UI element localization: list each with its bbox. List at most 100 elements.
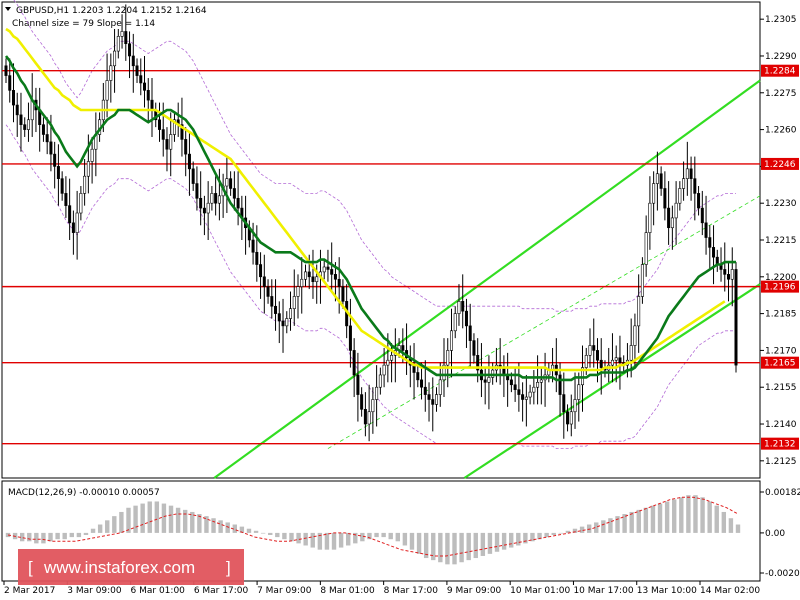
candle-body bbox=[663, 188, 667, 209]
candle-body bbox=[708, 237, 712, 248]
level-label: 1.2165 bbox=[764, 359, 796, 369]
macd-histogram-bar bbox=[260, 532, 266, 534]
candle-body bbox=[420, 379, 424, 388]
macd-histogram-bar bbox=[629, 511, 634, 533]
macd-histogram-bar bbox=[494, 532, 500, 552]
candle-body bbox=[210, 193, 214, 204]
candle-body bbox=[532, 386, 536, 393]
macd-histogram-bar bbox=[501, 532, 507, 550]
candle-body bbox=[292, 296, 296, 310]
candle-body bbox=[120, 31, 124, 37]
price-tick-label: 1.2305 bbox=[765, 15, 797, 25]
candle-body bbox=[640, 264, 644, 297]
candle-body bbox=[652, 183, 656, 204]
candle-body bbox=[648, 202, 652, 233]
level-label: 1.2196 bbox=[764, 283, 796, 293]
macd-histogram-bar bbox=[693, 495, 698, 533]
candle-body bbox=[266, 286, 270, 297]
candle-body bbox=[330, 269, 334, 275]
candle-body bbox=[270, 296, 274, 307]
candle-body bbox=[468, 325, 472, 341]
candle-body bbox=[116, 36, 120, 52]
macd-histogram-bar bbox=[445, 532, 450, 565]
candle-body bbox=[577, 384, 581, 400]
macd-histogram-bar bbox=[282, 532, 287, 540]
macd-histogram-bar bbox=[55, 532, 60, 540]
macd-header: MACD(12,26,9) -0.00010 0.00057 bbox=[8, 488, 160, 498]
candle-body bbox=[296, 286, 300, 297]
time-tick-label: 8 Mar 17:00 bbox=[384, 586, 439, 596]
candle-body bbox=[4, 65, 8, 76]
candle-body bbox=[206, 202, 210, 214]
macd-histogram-bar bbox=[41, 532, 46, 544]
candle-body bbox=[674, 202, 678, 219]
macd-histogram-bar bbox=[105, 520, 110, 533]
candle-body bbox=[64, 193, 68, 206]
candle-body bbox=[461, 301, 465, 312]
candle-body bbox=[659, 173, 663, 189]
macd-histogram-bar bbox=[27, 532, 32, 542]
macd-histogram-bar bbox=[388, 532, 393, 540]
price-tick-label: 1.2185 bbox=[765, 310, 797, 320]
candle-body bbox=[483, 379, 487, 383]
candle-body bbox=[333, 274, 337, 280]
macd-histogram-bar bbox=[608, 518, 613, 533]
macd-histogram-bar bbox=[431, 532, 436, 561]
candle-body bbox=[697, 193, 701, 209]
macd-histogram-bar bbox=[83, 532, 89, 535]
price-tick-label: 1.2140 bbox=[765, 420, 797, 430]
macd-histogram-bar bbox=[416, 532, 422, 554]
candle-body bbox=[558, 374, 562, 395]
candle-body bbox=[584, 355, 588, 368]
macd-histogram-bar bbox=[657, 503, 663, 533]
candle-body bbox=[390, 355, 394, 361]
candle-body bbox=[169, 134, 173, 150]
candle-body bbox=[431, 399, 435, 405]
candle-body bbox=[86, 161, 90, 177]
candle-body bbox=[573, 399, 577, 413]
candle-body bbox=[274, 305, 278, 314]
time-tick-label: 14 Mar 02:00 bbox=[700, 586, 760, 596]
candle-body bbox=[614, 357, 618, 361]
candle-body bbox=[562, 394, 566, 413]
time-tick-label: 7 Mar 09:00 bbox=[257, 586, 312, 596]
macd-histogram-bar bbox=[338, 532, 344, 548]
candle-body bbox=[236, 197, 240, 209]
candle-body bbox=[11, 90, 15, 106]
candle-body bbox=[315, 276, 319, 283]
time-tick-label: 6 Mar 01:00 bbox=[131, 586, 186, 596]
price-tick-label: 1.2170 bbox=[765, 346, 797, 356]
macd-histogram-bar bbox=[140, 503, 145, 533]
candle-body bbox=[255, 251, 259, 265]
candle-body bbox=[337, 278, 341, 287]
candle-body bbox=[281, 320, 285, 327]
macd-histogram-bar bbox=[147, 501, 152, 533]
candle-body bbox=[592, 345, 596, 351]
macd-histogram-bar bbox=[473, 532, 478, 559]
candle-body bbox=[109, 65, 113, 81]
candle-body bbox=[56, 166, 60, 179]
macd-histogram-bar bbox=[735, 524, 741, 533]
candle-body bbox=[655, 173, 659, 184]
price-tick-label: 1.2215 bbox=[765, 236, 797, 246]
macd-histogram-bar bbox=[381, 532, 386, 538]
price-tick-label: 1.2260 bbox=[765, 126, 797, 136]
candle-body bbox=[187, 153, 191, 170]
macd-histogram-bar bbox=[69, 532, 74, 538]
candle-body bbox=[105, 80, 109, 101]
macd-histogram-bar bbox=[664, 501, 670, 533]
price-axis: 1.23051.22901.22751.22601.22451.22301.22… bbox=[760, 15, 799, 467]
candle-body bbox=[199, 197, 203, 209]
macd-histogram-bar bbox=[636, 509, 641, 533]
macd-histogram-bar bbox=[679, 497, 684, 533]
candle-body bbox=[68, 205, 72, 224]
candle-body bbox=[569, 411, 573, 425]
macd-histogram-bar bbox=[402, 532, 408, 546]
macd-histogram-bar bbox=[211, 518, 216, 533]
candle-body bbox=[49, 141, 53, 155]
candle-body bbox=[143, 82, 147, 91]
macd-histogram-bar bbox=[728, 518, 734, 533]
macd-histogram-bar bbox=[409, 532, 415, 550]
candle-body bbox=[285, 318, 289, 327]
candle-body bbox=[124, 31, 128, 45]
